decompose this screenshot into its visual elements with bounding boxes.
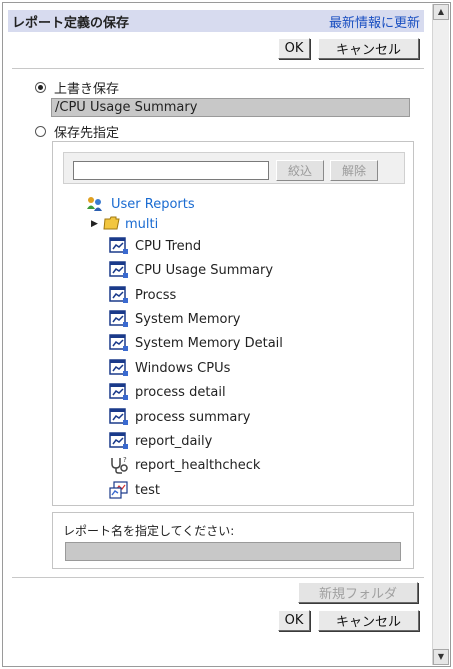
overwrite-label: 上書き保存 xyxy=(54,82,120,97)
expand-arrow-icon[interactable]: ▶ xyxy=(91,219,103,229)
ok-button-top[interactable]: OK xyxy=(278,38,310,59)
report-label: System Memory xyxy=(135,311,241,327)
scroll-up-button[interactable]: ▲ xyxy=(433,4,449,20)
report-label: process summary xyxy=(135,409,251,425)
report-label: System Memory Detail xyxy=(135,335,283,351)
stethoscope-icon: ? xyxy=(109,456,129,474)
refresh-link[interactable]: 最新情報に更新 xyxy=(329,12,420,31)
dialog-frame: ▲ ▼ レポート定義の保存 最新情報に更新 OK キャンセル 上書き保存 /CP… xyxy=(2,2,451,667)
tree-root-user-reports[interactable]: User Reports xyxy=(85,194,195,214)
tree-report-item[interactable]: Procss xyxy=(109,285,176,305)
report-label: Procss xyxy=(135,287,177,303)
report-chart-icon xyxy=(109,261,129,279)
folder-icon xyxy=(103,215,123,233)
filter-bar: 絞込 解除 xyxy=(63,152,405,184)
report-chart-icon xyxy=(109,383,129,401)
clear-filter-button[interactable]: 解除 xyxy=(330,160,378,181)
scroll-down-button[interactable]: ▼ xyxy=(433,649,449,665)
report-label: CPU Usage Summary xyxy=(135,262,274,278)
vertical-scrollbar[interactable]: ▲ ▼ xyxy=(432,4,449,665)
overwrite-radio[interactable] xyxy=(35,82,46,93)
tree-report-item[interactable]: CPU Usage Summary xyxy=(109,260,273,280)
dialog-header: レポート定義の保存 最新情報に更新 xyxy=(8,10,424,32)
report-name-label: レポート名を指定してください: xyxy=(63,524,235,538)
tree-report-item[interactable]: CPU Trend xyxy=(109,236,201,256)
combo-report-icon xyxy=(109,481,129,499)
destination-label: 保存先指定 xyxy=(54,126,120,141)
destination-panel: 絞込 解除 User Reports ▶ multi CPU Trend CPU… xyxy=(52,141,414,506)
report-label: CPU Trend xyxy=(135,238,202,254)
overwrite-path-field: /CPU Usage Summary xyxy=(51,98,410,117)
cancel-button-top[interactable]: キャンセル xyxy=(318,38,419,59)
cancel-button-bottom[interactable]: キャンセル xyxy=(318,610,419,631)
report-label: report_healthcheck xyxy=(135,457,261,473)
new-folder-button[interactable]: 新規フォルダ xyxy=(298,582,418,603)
report-label: test xyxy=(135,482,160,498)
destination-option[interactable]: 保存先指定 xyxy=(35,122,119,141)
report-label: Windows CPUs xyxy=(135,360,231,376)
destination-radio[interactable] xyxy=(35,126,46,137)
overwrite-option[interactable]: 上書き保存 xyxy=(35,78,119,97)
tree-report-item[interactable]: report_daily xyxy=(109,431,212,451)
ok-button-bottom[interactable]: OK xyxy=(278,610,310,631)
report-chart-icon xyxy=(109,310,129,328)
tree-folder-label: multi xyxy=(125,216,159,232)
dialog-title: レポート定義の保存 xyxy=(12,15,130,31)
report-name-input[interactable] xyxy=(65,542,401,561)
tree-root-label: User Reports xyxy=(111,196,195,212)
tree-report-item[interactable]: Windows CPUs xyxy=(109,358,230,378)
tree-report-item[interactable]: process detail xyxy=(109,382,226,402)
tree-report-item[interactable]: process summary xyxy=(109,407,250,427)
svg-text:?: ? xyxy=(123,456,127,464)
dialog-content: レポート定義の保存 最新情報に更新 OK キャンセル 上書き保存 /CPU Us… xyxy=(4,4,432,665)
report-label: process detail xyxy=(135,384,226,400)
report-chart-icon xyxy=(109,334,129,352)
tree-report-item[interactable]: System Memory xyxy=(109,309,240,329)
tree-report-item[interactable]: ? report_healthcheck xyxy=(109,455,260,475)
report-name-panel: レポート名を指定してください: xyxy=(52,512,414,569)
report-label: report_daily xyxy=(135,433,213,449)
tree-report-item[interactable]: test xyxy=(109,480,160,500)
tree-report-item[interactable]: System Memory Detail xyxy=(109,333,283,353)
report-chart-icon xyxy=(109,359,129,377)
divider-top xyxy=(12,68,424,69)
tree-folder-multi[interactable]: ▶ multi xyxy=(91,214,158,234)
report-chart-icon xyxy=(109,237,129,255)
report-chart-icon xyxy=(109,408,129,426)
filter-input[interactable] xyxy=(73,161,269,180)
filter-button[interactable]: 絞込 xyxy=(276,160,324,181)
report-chart-icon xyxy=(109,286,129,304)
user-reports-icon xyxy=(85,195,105,213)
report-chart-icon xyxy=(109,432,129,450)
divider-bottom xyxy=(12,577,424,578)
